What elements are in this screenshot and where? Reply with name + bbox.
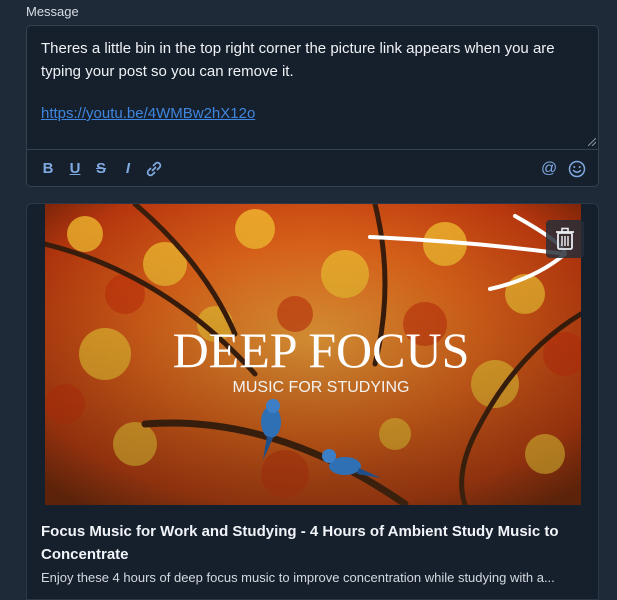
format-toolbar: B U S I @	[27, 149, 598, 188]
thumbnail-title: DEEP FOCUS	[173, 322, 470, 378]
thumbnail-subtitle: MUSIC FOR STUDYING	[233, 379, 410, 396]
italic-button[interactable]: I	[120, 159, 136, 179]
video-thumbnail[interactable]: DEEP FOCUS MUSIC FOR STUDYING	[45, 204, 581, 505]
message-text[interactable]: Theres a little bin in the top right cor…	[41, 37, 581, 83]
trash-icon	[556, 227, 574, 250]
message-editor[interactable]: Theres a little bin in the top right cor…	[26, 25, 599, 187]
bold-button[interactable]: B	[40, 159, 56, 179]
preview-title[interactable]: Focus Music for Work and Studying - 4 Ho…	[41, 520, 586, 566]
emoji-icon[interactable]	[568, 160, 586, 178]
resize-handle-icon[interactable]	[588, 138, 596, 146]
remove-preview-button[interactable]	[546, 220, 584, 258]
underline-button[interactable]: U	[67, 159, 83, 179]
mention-button[interactable]: @	[541, 159, 557, 179]
message-label: Message	[26, 4, 79, 19]
message-link[interactable]: https://youtu.be/4WMBw2hX12o	[41, 105, 255, 122]
preview-description: Enjoy these 4 hours of deep focus music …	[41, 570, 555, 585]
link-preview-card[interactable]: DEEP FOCUS MUSIC FOR STUDYING Focus Musi…	[26, 203, 599, 600]
link-icon[interactable]	[146, 161, 162, 177]
strikethrough-button[interactable]: S	[93, 159, 109, 179]
